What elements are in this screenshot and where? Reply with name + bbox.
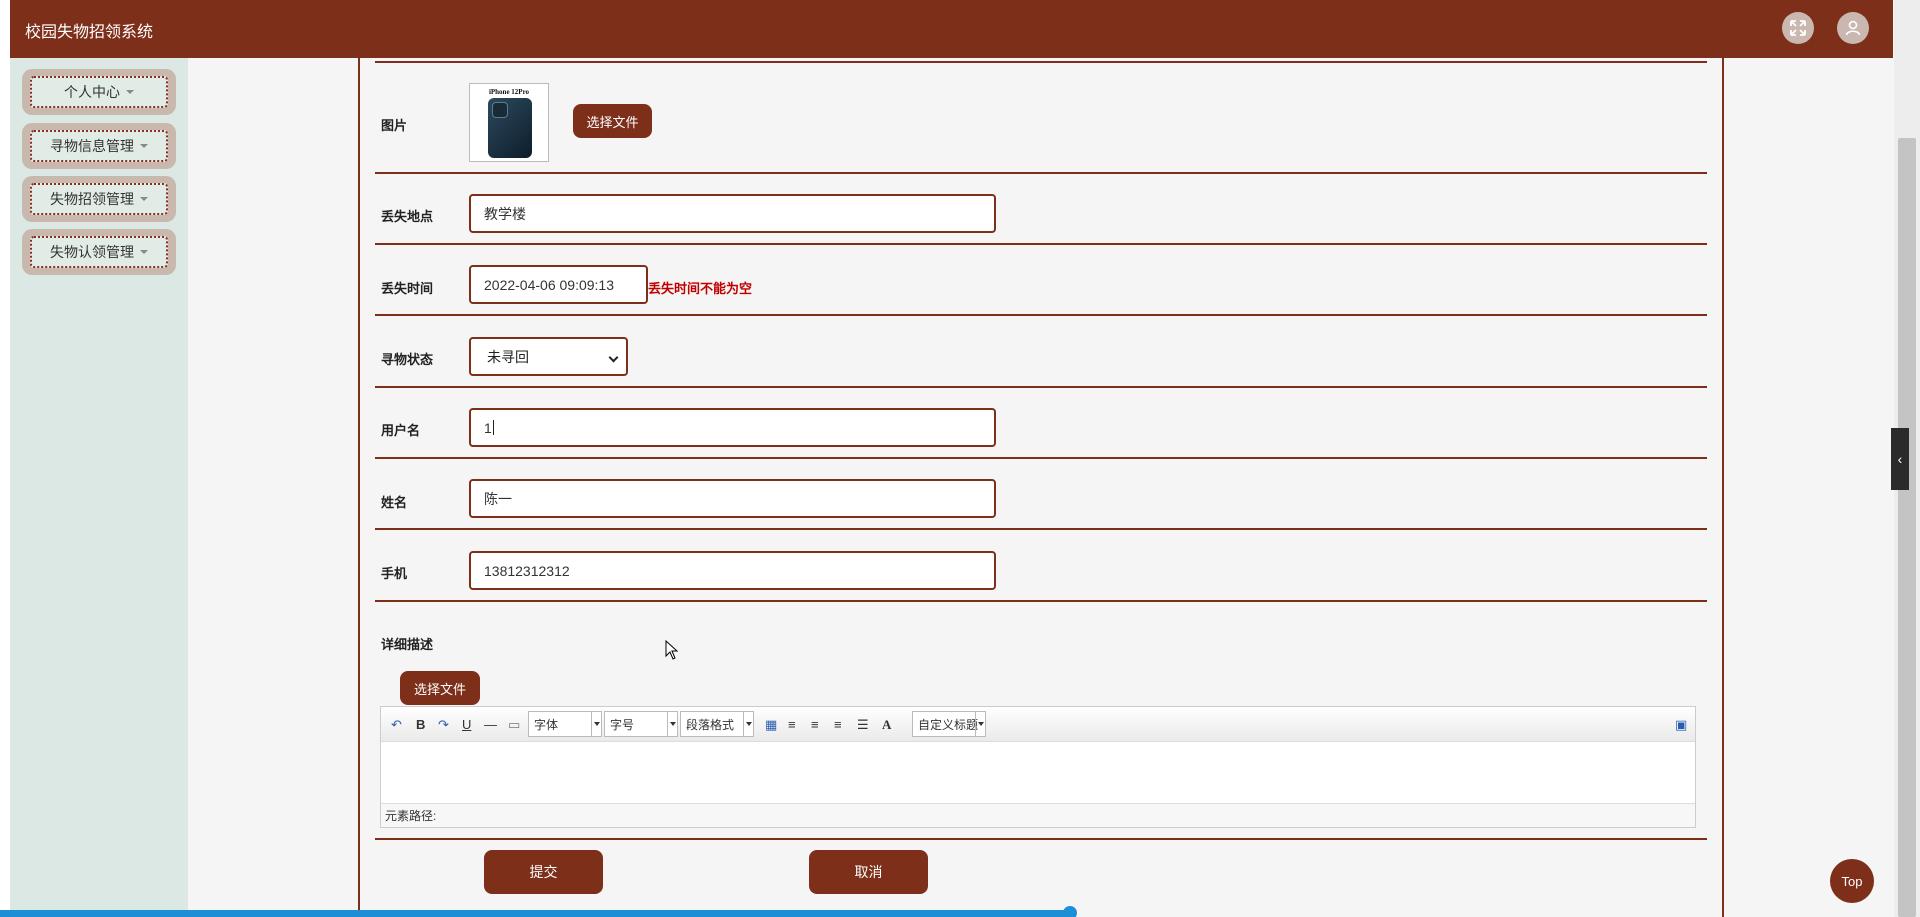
divider	[375, 386, 1707, 388]
image-upload-button[interactable]: 选择文件	[573, 104, 652, 138]
submit-button[interactable]: 提交	[484, 850, 603, 894]
mouse-cursor-icon	[665, 640, 679, 660]
username-label: 用户名	[381, 423, 421, 438]
table-icon[interactable]: ▦	[765, 717, 777, 733]
dropdown-arrow-icon	[975, 712, 985, 736]
side-panel-toggle[interactable]: ‹	[1891, 428, 1909, 490]
progress-handle[interactable]	[1063, 906, 1077, 917]
divider	[375, 838, 1707, 840]
page-icon[interactable]: ▭	[508, 717, 520, 733]
time-label: 丢失时间	[381, 281, 434, 296]
paragraph-format-select[interactable]: 段落格式	[680, 711, 754, 737]
progress-bar	[0, 910, 1071, 917]
time-field[interactable]: 2022-04-06 09:09:13	[469, 265, 648, 304]
location-field[interactable]: 教学楼	[469, 194, 996, 233]
element-path-bar: 元素路径:	[381, 803, 1695, 827]
description-upload-button[interactable]: 选择文件	[400, 671, 480, 705]
back-to-top-button[interactable]: Top	[1830, 859, 1874, 903]
name-field[interactable]: 陈一	[469, 479, 996, 518]
bold-button[interactable]: B	[416, 717, 425, 732]
left-edge	[0, 0, 10, 917]
description-label: 详细描述	[381, 637, 434, 652]
divider	[375, 172, 1707, 174]
user-icon[interactable]	[1837, 12, 1869, 44]
paragraph-format-label: 段落格式	[686, 717, 735, 732]
fullscreen-editor-icon[interactable]: ▣	[1675, 717, 1687, 733]
chevron-down-icon	[608, 352, 619, 363]
caret-down-icon	[140, 144, 148, 148]
location-label: 丢失地点	[381, 209, 434, 224]
status-label: 寻物状态	[381, 352, 434, 367]
divider	[375, 314, 1707, 316]
editor-content-area[interactable]	[381, 742, 1695, 804]
image-thumbnail[interactable]: iPhone 12Pro	[469, 83, 549, 162]
custom-title-label: 自定义标题	[918, 717, 979, 732]
custom-title-select[interactable]: 自定义标题	[912, 711, 986, 737]
font-family-select[interactable]: 字体	[528, 711, 602, 737]
sidebar-item-label: 寻物信息管理	[50, 138, 134, 154]
sidebar-item-label: 失物招领管理	[50, 191, 134, 207]
divider	[375, 528, 1707, 530]
username-value: 1	[484, 419, 492, 436]
dropdown-arrow-icon	[743, 712, 753, 736]
divider	[375, 457, 1707, 459]
align-justify-icon[interactable]: ☰	[857, 717, 869, 733]
status-select[interactable]: 未寻回	[469, 337, 628, 376]
status-selected-value: 未寻回	[487, 348, 529, 365]
time-error-message: 丢失时间不能为空	[648, 281, 753, 296]
align-right-icon[interactable]: ≡	[811, 717, 819, 732]
cancel-button[interactable]: 取消	[809, 850, 928, 894]
sidebar-item-claim[interactable]: 失物认领管理	[22, 229, 176, 275]
phone-field[interactable]: 13812312312	[469, 551, 996, 590]
align-center-icon[interactable]: ≡	[834, 717, 842, 732]
sidebar-item-label: 失物认领管理	[50, 244, 134, 260]
underline-button[interactable]: U	[462, 717, 471, 732]
font-family-label: 字体	[534, 717, 559, 732]
caret-down-icon	[140, 197, 148, 201]
scrollbar-thumb[interactable]	[1898, 138, 1916, 917]
caret-down-icon	[140, 250, 148, 254]
dropdown-arrow-icon	[667, 712, 677, 736]
font-color-button[interactable]: A	[882, 717, 891, 733]
caret-down-icon	[126, 90, 134, 94]
sidebar-item-label: 个人中心	[64, 84, 120, 100]
sidebar-item-search-info[interactable]: 寻物信息管理	[22, 123, 176, 169]
sidebar: 个人中心 寻物信息管理 失物招领管理 失物认领管理	[10, 58, 188, 917]
thumbnail-caption: iPhone 12Pro	[488, 88, 530, 96]
rich-text-editor: ↶ B ↷ U — ▭ 字体 字号 段落格式 ▦ ≡ ≡ ≡ ☰ A 自定义标题…	[380, 706, 1696, 828]
divider	[375, 600, 1707, 602]
fullscreen-icon[interactable]	[1782, 12, 1814, 44]
divider	[375, 243, 1707, 245]
camera-lens	[492, 102, 508, 118]
divider	[375, 61, 1707, 63]
dropdown-arrow-icon	[591, 712, 601, 736]
text-caret	[492, 420, 494, 435]
sidebar-item-personal-center[interactable]: 个人中心	[22, 69, 176, 115]
redo-icon[interactable]: ↷	[438, 717, 449, 733]
app-title: 校园失物招领系统	[25, 24, 154, 41]
phone-label: 手机	[381, 566, 408, 581]
font-size-select[interactable]: 字号	[604, 711, 678, 737]
align-left-icon[interactable]: ≡	[788, 717, 796, 732]
name-label: 姓名	[381, 495, 408, 510]
image-label: 图片	[381, 118, 408, 133]
font-size-label: 字号	[610, 717, 635, 732]
app-header: 校园失物招领系统	[10, 0, 1893, 58]
undo-icon[interactable]: ↶	[391, 717, 402, 733]
horizontal-rule-button[interactable]: —	[484, 717, 497, 732]
sidebar-item-lost-found[interactable]: 失物招领管理	[22, 176, 176, 222]
editor-toolbar: ↶ B ↷ U — ▭ 字体 字号 段落格式 ▦ ≡ ≡ ≡ ☰ A 自定义标题…	[381, 707, 1695, 742]
username-field[interactable]: 1	[469, 408, 996, 447]
